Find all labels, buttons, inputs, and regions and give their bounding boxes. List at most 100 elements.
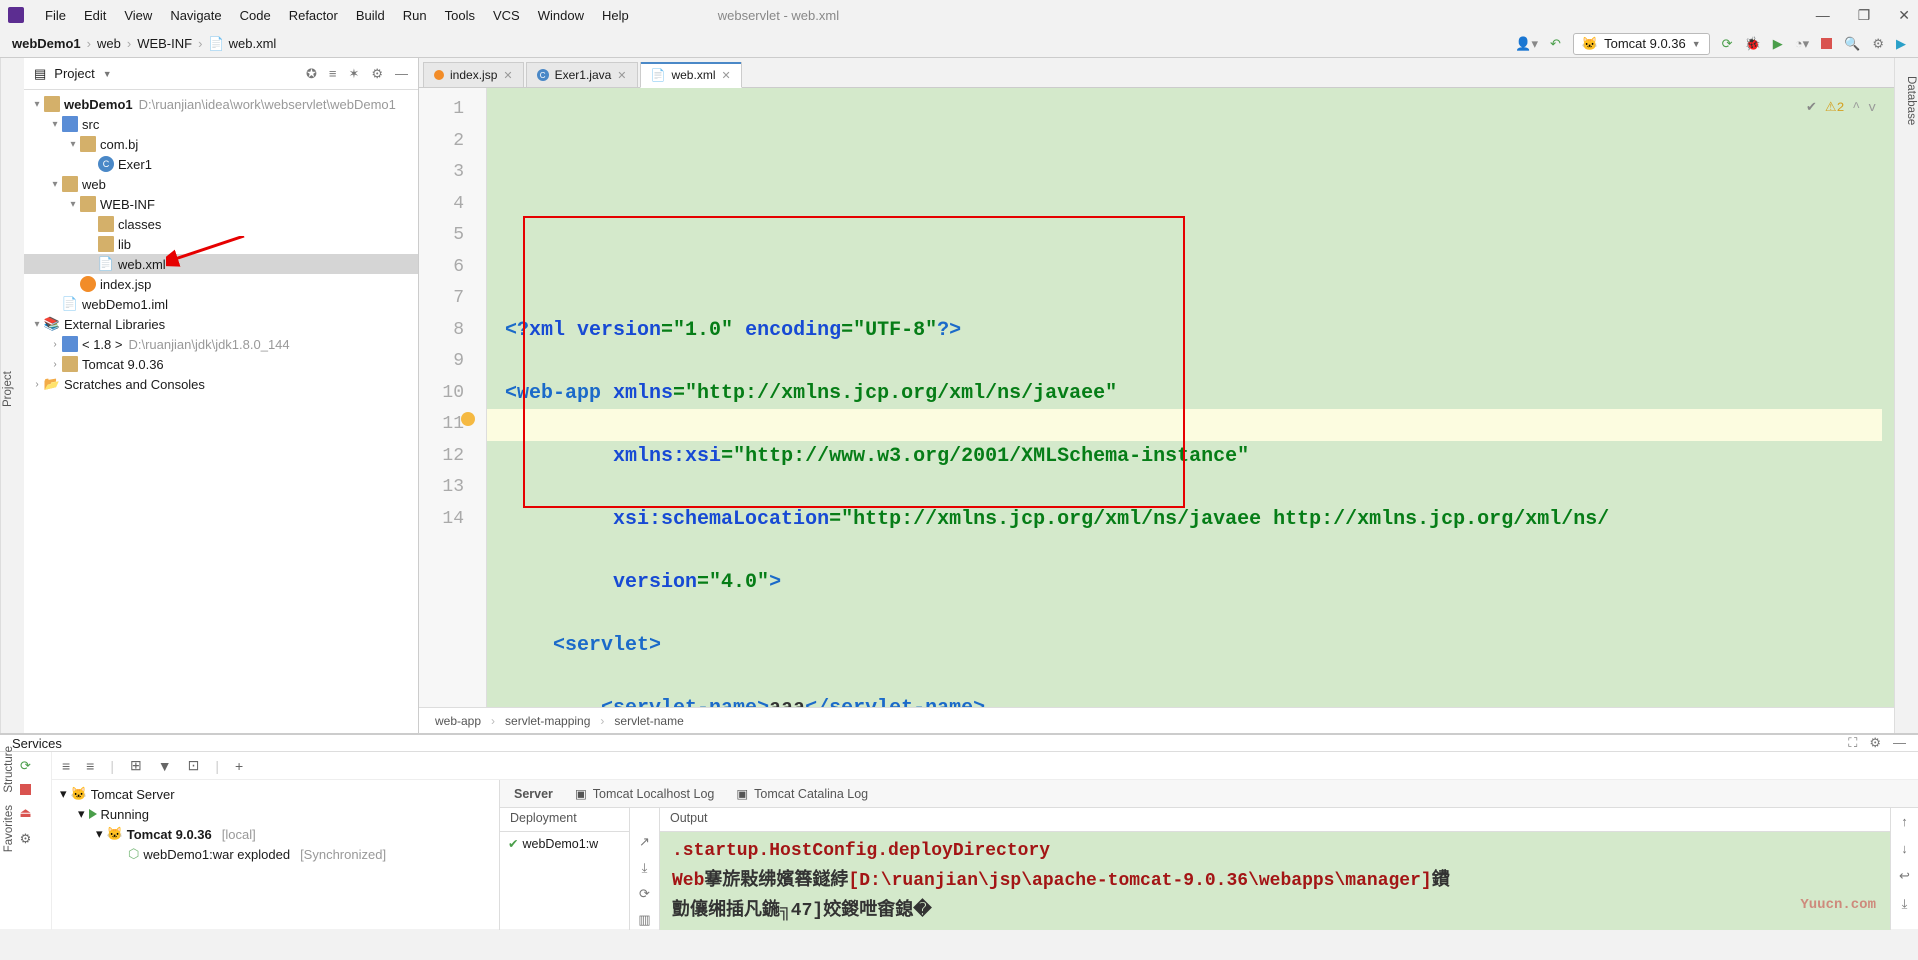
crumb-webapp[interactable]: web-app	[435, 714, 481, 728]
search-icon[interactable]: 🔍	[1844, 36, 1860, 52]
tomcat-icon: 🐱	[107, 826, 123, 842]
open-browser-icon[interactable]: ↗	[639, 834, 650, 850]
profile-icon[interactable]: ◔▾	[1795, 36, 1809, 52]
output-console[interactable]: .startup.HostConfig.deployDirectory Web搴…	[660, 832, 1890, 930]
tab-catalina-log[interactable]: ▣Tomcat Catalina Log	[736, 786, 868, 801]
run-config-label: Tomcat 9.0.36	[1604, 36, 1686, 51]
tree-scratches[interactable]: ›📂Scratches and Consoles	[24, 374, 418, 394]
gear-icon[interactable]: ⚙	[371, 66, 383, 82]
services-header: Services ⛶⚙—	[0, 735, 1918, 752]
tree-webinf[interactable]: ▾WEB-INF	[24, 194, 418, 214]
tree-external-libs[interactable]: ▾📚External Libraries	[24, 314, 418, 334]
gear-icon[interactable]: ⚙	[1869, 735, 1881, 751]
menu-tools[interactable]: Tools	[436, 4, 484, 27]
scroll-down-icon[interactable]: ↓	[1901, 841, 1908, 856]
close-tab-icon[interactable]: ✕	[721, 69, 730, 82]
tab-server[interactable]: Server	[514, 787, 553, 801]
tree-pkg[interactable]: ▾com.bj	[24, 134, 418, 154]
filter-icon[interactable]: ▼	[158, 758, 172, 774]
tree-web[interactable]: ▾web	[24, 174, 418, 194]
menu-build[interactable]: Build	[347, 4, 394, 27]
jb-logo-icon[interactable]: ▶	[1896, 36, 1906, 52]
menu-vcs[interactable]: VCS	[484, 4, 529, 27]
settings-icon[interactable]: ⚙	[1872, 36, 1884, 52]
left-toolwindow-stripe[interactable]: Project	[0, 58, 24, 733]
menu-code[interactable]: Code	[231, 4, 280, 27]
back-arrow-icon[interactable]: ↶	[1550, 36, 1561, 52]
crumb-servlet-mapping[interactable]: servlet-mapping	[505, 714, 590, 728]
user-icon[interactable]: 👤▾	[1515, 36, 1538, 52]
project-pane-title[interactable]: Project	[54, 66, 94, 81]
crumb-webinf[interactable]: WEB-INF	[137, 36, 192, 51]
tree-indexjsp[interactable]: index.jsp	[24, 274, 418, 294]
collapse-all-icon[interactable]: ≡	[86, 758, 94, 774]
tree-src[interactable]: ▾src	[24, 114, 418, 134]
hide-icon[interactable]: —	[1893, 735, 1906, 751]
tab-index-jsp[interactable]: index.jsp✕	[423, 62, 524, 87]
menu-file[interactable]: File	[36, 4, 75, 27]
tree-tomcat-lib[interactable]: ›Tomcat 9.0.36	[24, 354, 418, 374]
soft-wrap-icon[interactable]: ↩	[1899, 868, 1910, 884]
menu-refactor[interactable]: Refactor	[280, 4, 347, 27]
crumb-file[interactable]: web.xml	[229, 36, 277, 51]
sidebar-structure[interactable]: Structure	[0, 740, 18, 799]
output-header: Output	[660, 808, 1890, 832]
sidebar-favorites[interactable]: Favorites	[0, 799, 18, 858]
locate-icon[interactable]: ✪	[306, 66, 317, 82]
tab-exer1-java[interactable]: CExer1.java✕	[526, 62, 638, 87]
filter-output-icon[interactable]: ▥	[638, 912, 650, 928]
layout-icon[interactable]: ⊡	[188, 757, 200, 774]
menu-window[interactable]: Window	[529, 4, 593, 27]
hide-icon[interactable]: —	[395, 66, 408, 82]
menu-run[interactable]: Run	[394, 4, 436, 27]
menu-navigate[interactable]: Navigate	[161, 4, 230, 27]
tab-web-xml[interactable]: 📄web.xml✕	[640, 62, 742, 88]
tree-jdk[interactable]: ›< 1.8 >D:\ruanjian\jdk\jdk1.8.0_144	[24, 334, 418, 354]
crumb-web[interactable]: web	[97, 36, 121, 51]
minimize-icon[interactable]: —	[1816, 7, 1830, 24]
menu-view[interactable]: View	[115, 4, 161, 27]
tree-iml[interactable]: 📄webDemo1.iml	[24, 294, 418, 314]
scroll-up-icon[interactable]: ↑	[1901, 814, 1908, 829]
close-tab-icon[interactable]: ✕	[503, 69, 512, 82]
run-config-selector[interactable]: 🐱 Tomcat 9.0.36 ▼	[1573, 33, 1710, 55]
crumb-servlet-name[interactable]: servlet-name	[614, 714, 683, 728]
expand-all-icon[interactable]: ≡	[62, 758, 70, 774]
export-icon[interactable]: ⤓	[642, 860, 648, 876]
group-icon[interactable]: ⊞	[130, 757, 142, 774]
add-icon[interactable]: +	[235, 758, 243, 774]
scroll-end-icon[interactable]: ⤓	[1902, 896, 1908, 912]
web-folder-icon	[62, 176, 78, 192]
stop-icon[interactable]	[1821, 38, 1832, 49]
services-tree[interactable]: ▾🐱Tomcat Server ▾Running ▾🐱Tomcat 9.0.36…	[52, 780, 500, 930]
crumb-project[interactable]: webDemo1	[12, 36, 81, 51]
expand-icon[interactable]: ⛶	[1848, 735, 1857, 751]
inspection-widget[interactable]: ✔⚠2^v	[1806, 92, 1876, 124]
editor[interactable]: 1234567891011121314 ✔⚠2^v <?xml version=…	[419, 88, 1894, 707]
log-icon: ▣	[575, 786, 587, 801]
expand-icon[interactable]: ≡	[329, 66, 337, 82]
right-toolwindow-stripe[interactable]: Database	[1894, 58, 1918, 733]
run-icon[interactable]: ⟳	[1722, 36, 1733, 52]
deployment-item[interactable]: ✔webDemo1:w	[500, 832, 629, 855]
project-tree[interactable]: ▾webDemo1D:\ruanjian\idea\work\webservle…	[24, 90, 418, 733]
tree-classes[interactable]: classes	[24, 214, 418, 234]
left-stripe-lower[interactable]: Structure Favorites	[0, 740, 24, 858]
menu-help[interactable]: Help	[593, 4, 638, 27]
maximize-icon[interactable]: ❐	[1858, 7, 1871, 24]
close-icon[interactable]: ✕	[1898, 7, 1910, 24]
refresh-icon[interactable]: ⟳	[639, 886, 650, 902]
gutter[interactable]: 1234567891011121314	[419, 88, 487, 707]
coverage-icon[interactable]: ▶	[1773, 36, 1783, 52]
collapse-icon[interactable]: ✶	[348, 66, 359, 82]
src-folder-icon	[62, 116, 78, 132]
debug-icon[interactable]: 🐞	[1745, 36, 1761, 52]
close-tab-icon[interactable]: ✕	[617, 69, 626, 82]
tree-root[interactable]: ▾webDemo1D:\ruanjian\idea\work\webservle…	[24, 94, 418, 114]
project-pane-header: ▤ Project ▼ ✪ ≡ ✶ ⚙ —	[24, 58, 418, 90]
tree-class-exer1[interactable]: CExer1	[24, 154, 418, 174]
intention-bulb-icon[interactable]	[461, 412, 475, 426]
tab-localhost-log[interactable]: ▣Tomcat Localhost Log	[575, 786, 714, 801]
menu-edit[interactable]: Edit	[75, 4, 115, 27]
chevron-down-icon[interactable]: ▼	[103, 69, 112, 79]
